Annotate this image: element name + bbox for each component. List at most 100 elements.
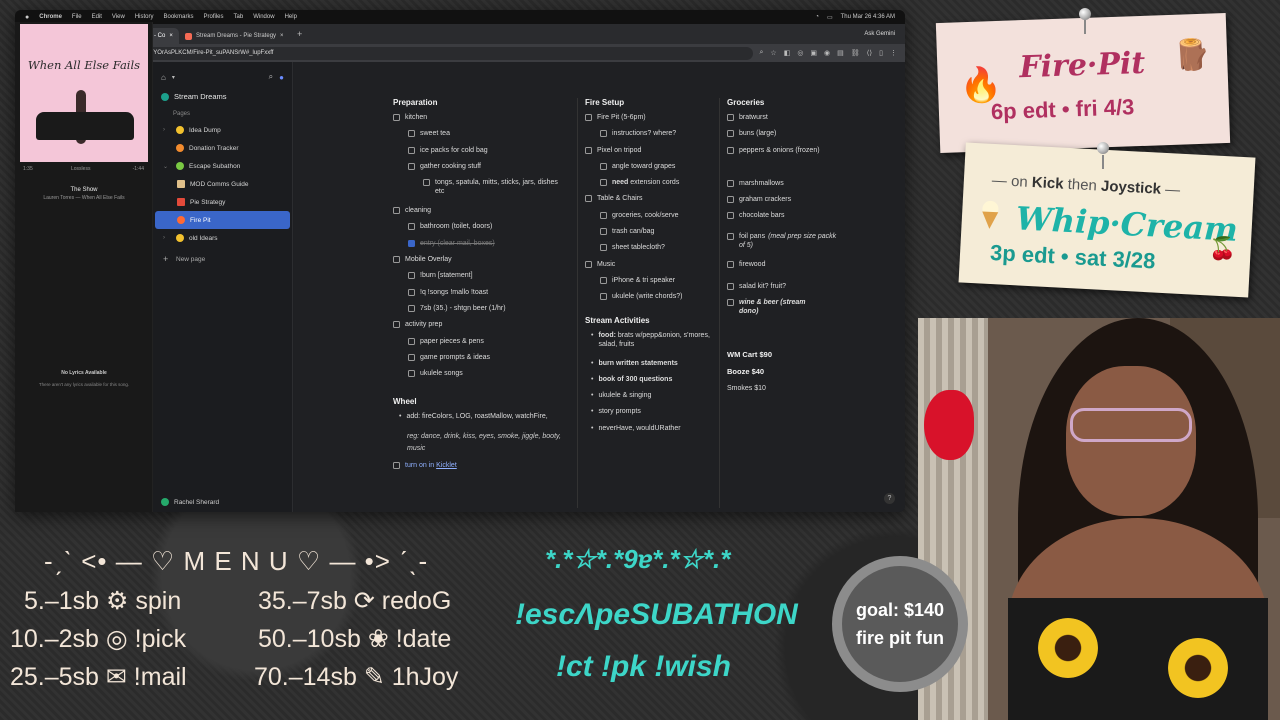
checkbox[interactable]	[408, 146, 415, 154]
ask-gemini-button[interactable]: Ask Gemini	[864, 31, 905, 37]
kicklet-link[interactable]: Kicklet	[436, 462, 457, 469]
task-row[interactable]: need extension cords	[585, 178, 715, 194]
menu-view[interactable]: View	[112, 14, 125, 20]
battery-icon[interactable]: ▭	[827, 14, 833, 21]
task-row[interactable]: Mobile Overlay	[393, 255, 563, 271]
home-icon[interactable]: ⌂	[161, 73, 166, 82]
menubar-clock[interactable]: Thu Mar 26 4:36 AM	[841, 14, 895, 21]
sidebar-item-mod-comms-guide[interactable]: MOD Comms Guide	[155, 175, 290, 193]
address-bar[interactable]: ⚙ coda.io/d/Stream-Dreams_dYOrAsPLKCM/Fi…	[60, 46, 754, 60]
checkbox[interactable]	[408, 223, 415, 231]
extension-icon[interactable]: ▤	[837, 49, 844, 57]
menu-edit[interactable]: Edit	[92, 14, 102, 20]
user-profile[interactable]: Rachel Sherard	[161, 498, 219, 506]
task-row[interactable]: buns (large)	[727, 129, 837, 145]
task-row[interactable]: Fire Pit (5-6pm)	[585, 113, 715, 129]
checkbox[interactable]	[727, 261, 734, 269]
menu-bookmarks[interactable]: Bookmarks	[164, 14, 194, 20]
task-row[interactable]: ukulele songs	[393, 369, 563, 385]
task-row[interactable]: wine & beer (stream dono)	[727, 298, 817, 316]
task-row[interactable]: salad kit? fruit?	[727, 282, 837, 298]
new-page-button[interactable]: + New page	[155, 250, 290, 268]
checkbox[interactable]	[393, 207, 400, 215]
doc-title-row[interactable]: Stream Dreams	[153, 86, 292, 107]
wheel-add-item[interactable]: add: fireColors, LOG, roastMallow, watch…	[393, 412, 563, 428]
checkbox[interactable]	[393, 256, 400, 264]
checkbox[interactable]	[408, 304, 415, 312]
checkbox[interactable]	[600, 244, 607, 252]
activity-item[interactable]: ukulele & singing	[591, 391, 715, 407]
task-row[interactable]: graham crackers	[727, 195, 837, 211]
checkbox[interactable]	[727, 299, 734, 307]
sidebar-item-donation-tracker[interactable]: Donation Tracker	[155, 139, 290, 157]
checkbox[interactable]	[727, 195, 734, 203]
task-row[interactable]: firewood	[727, 260, 837, 276]
activity-item[interactable]: neverHave, wouldURather	[591, 424, 715, 440]
apple-icon[interactable]: ●	[25, 14, 29, 21]
task-row[interactable]: foil pans (meal prep size packk of 5)	[727, 232, 837, 260]
task-row[interactable]: cleaning	[393, 206, 563, 222]
task-row[interactable]: sweet tea	[393, 129, 563, 145]
activity-item[interactable]: burn written statements	[591, 359, 715, 375]
task-row[interactable]: gather cooking stuff	[393, 162, 563, 178]
task-row[interactable]: Pixel on tripod	[585, 146, 715, 162]
checkbox[interactable]	[585, 195, 592, 203]
tab-close-icon[interactable]: ×	[280, 33, 284, 39]
checkbox[interactable]	[727, 114, 734, 121]
checkbox[interactable]	[408, 370, 415, 378]
bookmark-star-icon[interactable]: ☆	[770, 49, 776, 57]
task-row[interactable]: marshmallows	[727, 179, 837, 195]
help-button[interactable]: ?	[884, 493, 895, 504]
chevron-down-icon[interactable]: ⌄	[163, 163, 171, 170]
checkbox[interactable]	[727, 179, 734, 187]
checkbox[interactable]	[585, 146, 592, 154]
task-row[interactable]: ice packs for cold bag	[393, 146, 563, 162]
checkbox[interactable]	[408, 162, 415, 170]
checkbox[interactable]	[585, 114, 592, 121]
checkbox[interactable]	[600, 130, 607, 138]
menu-help[interactable]: Help	[285, 14, 297, 20]
chevron-right-icon[interactable]: ›	[163, 127, 171, 133]
task-row[interactable]: bathroom (toilet, doors)	[393, 222, 563, 238]
task-row[interactable]: sheet tablecloth?	[585, 243, 715, 259]
tab-pie-strategy[interactable]: Stream Dreams - Pie Strategy ×	[179, 28, 289, 44]
task-row[interactable]: iPhone & tri speaker	[585, 276, 715, 292]
task-row[interactable]: !q !songs !mallo !toast	[393, 288, 563, 304]
checkbox[interactable]	[600, 162, 607, 170]
sidebar-item-escape-subathon[interactable]: ⌄ Escape Subathon	[155, 157, 290, 175]
menu-kebab-icon[interactable]: ⋮	[890, 49, 897, 57]
checkbox[interactable]	[727, 282, 734, 290]
checkbox-checked[interactable]	[408, 239, 415, 247]
checkbox[interactable]	[393, 114, 400, 121]
menu-tab[interactable]: Tab	[234, 14, 244, 20]
sidepanel-icon[interactable]: ▯	[879, 49, 883, 57]
menu-file[interactable]: File	[72, 14, 82, 20]
zoom-icon[interactable]: ⌕	[759, 49, 763, 57]
checkbox[interactable]	[408, 353, 415, 361]
menu-history[interactable]: History	[135, 14, 154, 20]
task-row[interactable]: Table & Chairs	[585, 194, 715, 210]
task-row[interactable]: entry (clear mail, boxes)	[393, 239, 563, 255]
checkbox[interactable]	[600, 179, 607, 187]
chevron-down-icon[interactable]: ▾	[172, 74, 175, 81]
checkbox[interactable]	[393, 461, 400, 469]
activity-item[interactable]: food: brats w/pepp&onion, s'mores, salad…	[591, 331, 715, 359]
checkbox[interactable]	[727, 233, 734, 241]
task-row[interactable]: !burn [statement]	[393, 271, 563, 287]
task-row[interactable]: trash can/bag	[585, 227, 715, 243]
checkbox[interactable]	[408, 130, 415, 138]
sidebar-item-idea-dump[interactable]: › Idea Dump	[155, 121, 290, 139]
wifi-icon[interactable]: ◔	[815, 14, 819, 21]
extension-icon[interactable]: ⟨⟩	[867, 49, 872, 57]
menu-window[interactable]: Window	[253, 14, 274, 20]
tab-close-icon[interactable]: ×	[169, 33, 173, 39]
checkbox[interactable]	[408, 272, 415, 280]
task-row[interactable]: bratwurst	[727, 113, 837, 129]
task-row[interactable]: instructions? where?	[585, 129, 715, 145]
sidebar-item-old-idears[interactable]: › old Idears	[155, 229, 290, 247]
checkbox[interactable]	[600, 228, 607, 236]
checkbox[interactable]	[393, 321, 400, 329]
checkbox[interactable]	[408, 288, 415, 296]
task-row[interactable]: kitchen	[393, 113, 563, 129]
menu-app[interactable]: Chrome	[39, 14, 62, 20]
